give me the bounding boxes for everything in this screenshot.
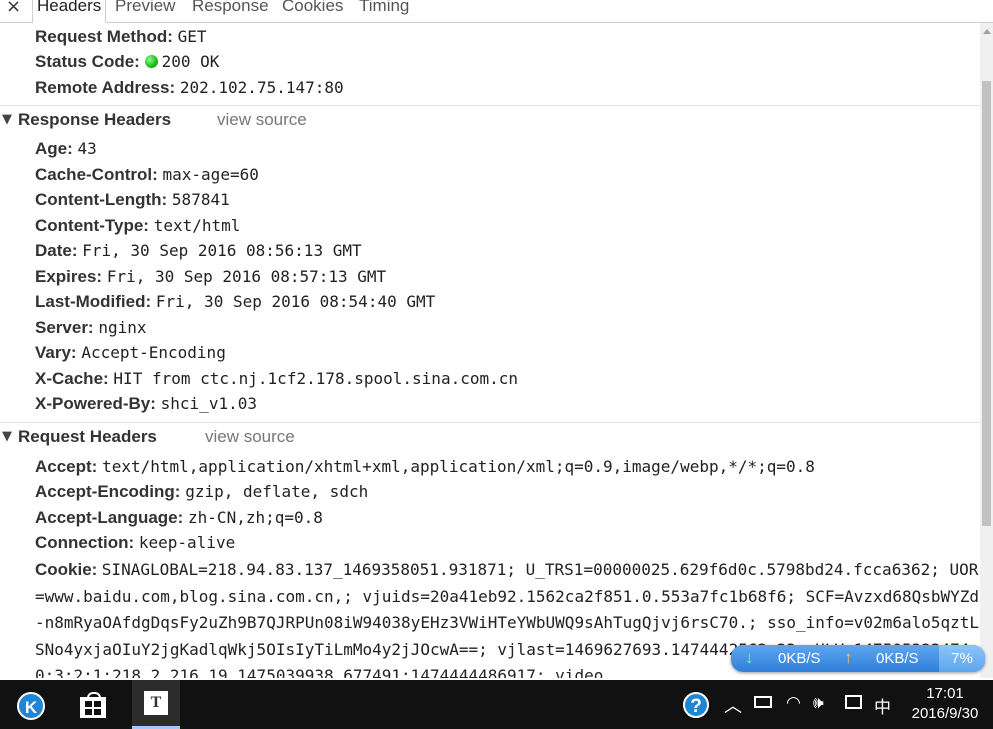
- taskbar-app-t[interactable]: T: [132, 680, 180, 729]
- upload-arrow-icon: ↑: [844, 648, 853, 667]
- header-value: text/html: [153, 216, 241, 235]
- header-row: Last-Modified: Fri, 30 Sep 2016 08:54:40…: [35, 292, 435, 312]
- header-row: Date: Fri, 30 Sep 2016 08:56:13 GMT: [35, 241, 362, 261]
- clock-time: 17:01: [926, 685, 964, 702]
- header-row: Vary: Accept-Encoding: [35, 343, 226, 363]
- header-key: Remote Address:: [35, 78, 176, 97]
- header-key: Cookie:: [35, 560, 98, 579]
- header-row: X-Powered-By: shci_v1.03: [35, 394, 257, 414]
- header-value: nginx: [98, 318, 147, 337]
- header-key: Accept-Encoding:: [35, 482, 181, 501]
- tab-headers[interactable]: Headers: [32, 0, 107, 23]
- collapse-triangle-icon[interactable]: ▼: [2, 112, 12, 127]
- clock-date: 2016/9/30: [911, 705, 979, 722]
- header-value: GET: [177, 27, 207, 46]
- header-row: Content-Type: text/html: [35, 216, 240, 236]
- header-row-request-method: Request Method: GET: [35, 27, 207, 47]
- tab-timing[interactable]: Timing: [355, 0, 413, 22]
- header-key: Accept-Language:: [35, 508, 184, 527]
- view-source-link[interactable]: view source: [217, 110, 307, 130]
- headers-panel: Request Method: GET Status Code: 200 OK …: [0, 23, 980, 678]
- header-key: Last-Modified:: [35, 292, 152, 311]
- header-row: X-Cache: HIT from ctc.nj.1cf2.178.spool.…: [35, 369, 518, 389]
- start-k-icon[interactable]: K: [17, 692, 45, 720]
- header-value: max-age=60: [162, 165, 259, 184]
- header-key: Status Code:: [35, 52, 140, 71]
- section-title: Response Headers: [18, 110, 172, 129]
- header-value: Fri, 30 Sep 2016 08:54:40 GMT: [155, 292, 436, 311]
- header-key: Server:: [35, 318, 94, 337]
- header-key: Accept:: [35, 457, 98, 476]
- header-row: Age: 43: [35, 139, 97, 159]
- header-value: gzip, deflate, sdch: [185, 482, 369, 501]
- notifications-icon[interactable]: [845, 695, 862, 709]
- header-key: Content-Type:: [35, 216, 149, 235]
- vertical-scrollbar[interactable]: [980, 23, 993, 678]
- view-source-link[interactable]: view source: [205, 427, 295, 447]
- tab-cookies[interactable]: Cookies: [278, 0, 347, 22]
- header-row-remote-address: Remote Address: 202.102.75.147:80: [35, 78, 344, 98]
- header-key: Content-Length:: [35, 190, 168, 209]
- header-value: Fri, 30 Sep 2016 08:57:13 GMT: [106, 267, 387, 286]
- status-ok-icon: [144, 55, 158, 68]
- store-icon[interactable]: [80, 692, 106, 718]
- battery-icon[interactable]: [754, 696, 772, 708]
- header-value: 202.102.75.147:80: [179, 78, 344, 97]
- header-row: Content-Length: 587841: [35, 190, 230, 210]
- network-speed-widget[interactable]: ↓ 0KB/S ↑ 0KB/S 7%: [731, 645, 985, 672]
- system-clock[interactable]: 17:01 2016/9/30: [900, 684, 990, 724]
- header-value: 200 OK: [161, 52, 220, 71]
- header-row: Server: nginx: [35, 318, 147, 338]
- app-t-icon: T: [144, 691, 168, 715]
- header-key: Vary:: [35, 343, 77, 362]
- response-headers-section-header[interactable]: ▼ Response Headers view source: [0, 105, 980, 132]
- header-value: HIT from ctc.nj.1cf2.178.spool.sina.com.…: [113, 369, 518, 388]
- header-row: Accept-Language: zh-CN,zh;q=0.8: [35, 508, 323, 528]
- header-row: Cache-Control: max-age=60: [35, 165, 259, 185]
- header-value: zh-CN,zh;q=0.8: [188, 508, 323, 527]
- scroll-up-arrow-icon[interactable]: [983, 29, 991, 34]
- header-row: Connection: keep-alive: [35, 533, 235, 553]
- header-key: X-Cache:: [35, 369, 109, 388]
- header-row: Accept: text/html,application/xhtml+xml,…: [35, 457, 815, 477]
- devtools-tab-bar: × Headers Preview Response Cookies Timin…: [0, 0, 993, 23]
- header-key: Request Method:: [35, 27, 173, 46]
- header-key: X-Powered-By:: [35, 394, 156, 413]
- header-key: Connection:: [35, 533, 135, 552]
- header-value: shci_v1.03: [160, 394, 257, 413]
- chevron-up-icon[interactable]: ︿: [724, 692, 742, 718]
- header-value: 43: [77, 139, 97, 158]
- ime-indicator[interactable]: 中: [874, 693, 891, 718]
- header-value: text/html,application/xhtml+xml,applicat…: [102, 457, 815, 476]
- header-value: Fri, 30 Sep 2016 08:56:13 GMT: [82, 241, 362, 260]
- header-value: Accept-Encoding: [81, 343, 226, 362]
- scrollbar-thumb[interactable]: [982, 81, 991, 526]
- request-headers-section-header[interactable]: ▼ Request Headers view source: [0, 422, 980, 449]
- tab-response[interactable]: Response: [188, 0, 273, 22]
- upload-speed: 0KB/S: [876, 650, 919, 667]
- header-key: Expires:: [35, 267, 103, 286]
- header-value: keep-alive: [138, 533, 236, 552]
- header-row: Accept-Encoding: gzip, deflate, sdch: [35, 482, 368, 502]
- section-title: Request Headers: [18, 427, 157, 446]
- tab-preview[interactable]: Preview: [111, 0, 179, 22]
- download-arrow-icon: ↓: [745, 648, 754, 667]
- header-key: Cache-Control:: [35, 165, 158, 184]
- usage-percent: 7%: [939, 645, 985, 672]
- wifi-icon[interactable]: ◠: [786, 693, 801, 713]
- download-speed: 0KB/S: [778, 650, 821, 667]
- header-key: Date:: [35, 241, 78, 260]
- close-icon[interactable]: ×: [6, 0, 21, 17]
- taskbar: K T ? ︿ ◠ 🕪 中 17:01 2016/9/30: [0, 680, 993, 729]
- header-key: Age:: [35, 139, 73, 158]
- header-row-status-code: Status Code: 200 OK: [35, 52, 219, 72]
- header-value: 587841: [171, 190, 230, 209]
- collapse-triangle-icon[interactable]: ▼: [2, 429, 12, 444]
- help-icon[interactable]: ?: [683, 692, 709, 718]
- volume-icon[interactable]: 🕪: [813, 693, 824, 713]
- header-row: Expires: Fri, 30 Sep 2016 08:57:13 GMT: [35, 267, 386, 287]
